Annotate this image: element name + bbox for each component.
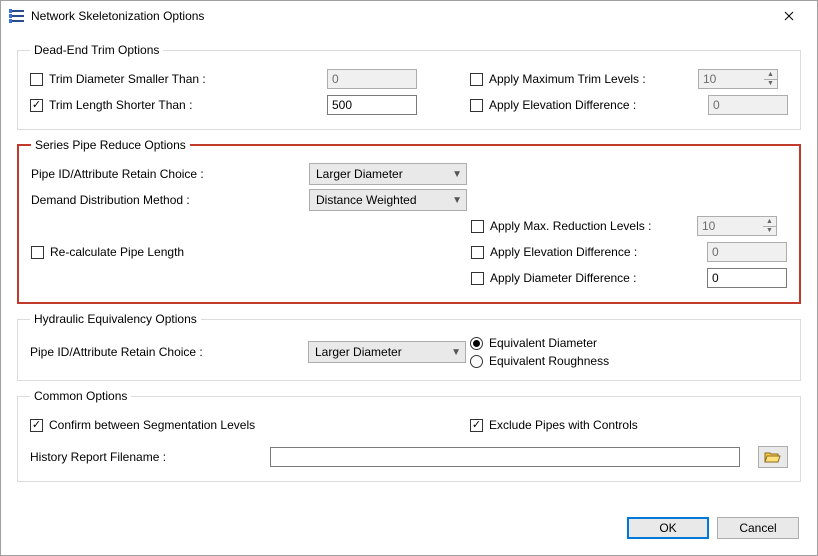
apply-elev-diff-de-checkbox[interactable] — [470, 99, 483, 112]
series-demand-value: Distance Weighted — [316, 193, 452, 207]
apply-max-trim-input — [698, 69, 764, 89]
deadend-group: Dead-End Trim Options Trim Diameter Smal… — [17, 43, 801, 130]
ok-button[interactable]: OK — [627, 517, 709, 539]
common-group: Common Options Confirm between Segmentat… — [17, 389, 801, 482]
common-legend: Common Options — [30, 389, 131, 403]
chevron-down-icon[interactable]: ▼ — [763, 227, 776, 236]
trim-diameter-input — [327, 69, 417, 89]
hydraulic-group: Hydraulic Equivalency Options Pipe ID/At… — [17, 312, 801, 381]
apply-elev-diff-sp-label: Apply Elevation Difference : — [490, 245, 662, 259]
chevron-up-icon[interactable]: ▲ — [764, 70, 777, 80]
apply-max-reduction-spinner[interactable]: ▲▼ — [763, 216, 777, 236]
history-filename-label: History Report Filename : — [30, 450, 270, 464]
series-retain-value: Larger Diameter — [316, 167, 452, 181]
trim-diameter-checkbox[interactable] — [30, 73, 43, 86]
chevron-down-icon: ▼ — [452, 195, 462, 206]
confirm-segmentation-label: Confirm between Segmentation Levels — [49, 418, 255, 432]
chevron-down-icon: ▼ — [452, 169, 462, 180]
series-legend: Series Pipe Reduce Options — [31, 138, 190, 152]
series-demand-label: Demand Distribution Method : — [31, 193, 303, 207]
hydraulic-legend: Hydraulic Equivalency Options — [30, 312, 201, 326]
series-retain-combo[interactable]: Larger Diameter ▼ — [309, 163, 467, 185]
recalc-pipe-length-label: Re-calculate Pipe Length — [50, 245, 184, 259]
apply-max-trim-checkbox[interactable] — [470, 73, 483, 86]
chevron-down-icon: ▼ — [451, 347, 461, 358]
deadend-legend: Dead-End Trim Options — [30, 43, 163, 57]
cancel-button[interactable]: Cancel — [717, 517, 799, 539]
close-button[interactable] — [769, 1, 809, 31]
confirm-segmentation-checkbox[interactable] — [30, 419, 43, 432]
series-group: Series Pipe Reduce Options Pipe ID/Attri… — [17, 138, 801, 304]
apply-elev-diff-de-input — [708, 95, 788, 115]
history-filename-input[interactable] — [270, 447, 740, 467]
titlebar: Network Skeletonization Options — [1, 1, 817, 31]
apply-elev-diff-de-label: Apply Elevation Difference : — [489, 98, 661, 112]
apply-max-reduction-input — [697, 216, 763, 236]
series-retain-label: Pipe ID/Attribute Retain Choice : — [31, 167, 303, 181]
apply-max-reduction-label: Apply Max. Reduction Levels : — [490, 219, 662, 233]
apply-elev-diff-sp-checkbox[interactable] — [471, 246, 484, 259]
browse-file-button[interactable] — [758, 446, 788, 468]
exclude-pipes-checkbox[interactable] — [470, 419, 483, 432]
eq-diameter-label: Equivalent Diameter — [489, 336, 597, 350]
chevron-up-icon[interactable]: ▲ — [763, 217, 776, 227]
apply-diam-diff-input[interactable] — [707, 268, 787, 288]
trim-length-label: Trim Length Shorter Than : — [49, 98, 321, 112]
eq-roughness-radio[interactable] — [470, 355, 483, 368]
trim-length-checkbox[interactable] — [30, 99, 43, 112]
app-icon — [9, 8, 25, 24]
eq-diameter-radio[interactable] — [470, 337, 483, 350]
series-demand-combo[interactable]: Distance Weighted ▼ — [309, 189, 467, 211]
apply-max-reduction-checkbox[interactable] — [471, 220, 484, 233]
chevron-down-icon[interactable]: ▼ — [764, 80, 777, 89]
apply-diam-diff-checkbox[interactable] — [471, 272, 484, 285]
trim-diameter-label: Trim Diameter Smaller Than : — [49, 72, 321, 86]
hydraulic-retain-label: Pipe ID/Attribute Retain Choice : — [30, 345, 302, 359]
trim-length-input[interactable] — [327, 95, 417, 115]
folder-open-icon — [764, 450, 782, 464]
exclude-pipes-label: Exclude Pipes with Controls — [489, 418, 638, 432]
apply-elev-diff-sp-input — [707, 242, 787, 262]
hydraulic-retain-value: Larger Diameter — [315, 345, 451, 359]
recalc-pipe-length-checkbox[interactable] — [31, 246, 44, 259]
hydraulic-retain-combo[interactable]: Larger Diameter ▼ — [308, 341, 466, 363]
window-title: Network Skeletonization Options — [31, 9, 769, 23]
apply-max-trim-spinner[interactable]: ▲▼ — [764, 69, 778, 89]
apply-diam-diff-label: Apply Diameter Difference : — [490, 271, 662, 285]
apply-max-trim-label: Apply Maximum Trim Levels : — [489, 72, 661, 86]
eq-roughness-label: Equivalent Roughness — [489, 354, 609, 368]
